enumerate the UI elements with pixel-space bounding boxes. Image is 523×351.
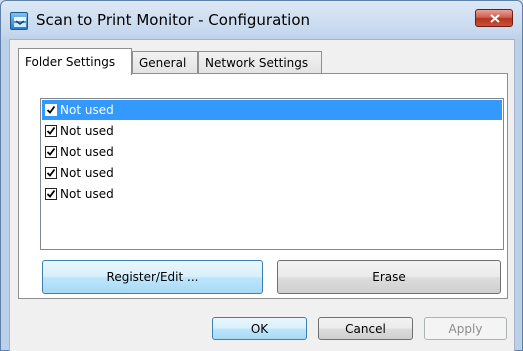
apply-button[interactable]: Apply xyxy=(424,317,507,340)
folder-settings-panel: Not used Not used Not used Not used Not … xyxy=(18,73,508,299)
tab-folder-settings[interactable]: Folder Settings xyxy=(18,48,132,75)
tab-label: General xyxy=(139,56,187,70)
tab-label: Folder Settings xyxy=(25,55,116,69)
scanner-app-icon xyxy=(10,12,28,30)
window-title: Scan to Print Monitor - Configuration xyxy=(36,11,311,29)
list-item[interactable]: Not used xyxy=(42,184,502,204)
folder-checkbox[interactable] xyxy=(45,188,57,200)
list-item-label: Not used xyxy=(60,166,114,180)
folder-checkbox[interactable] xyxy=(45,167,57,179)
tab-general[interactable]: General xyxy=(132,51,198,73)
checkmark-icon xyxy=(46,168,56,177)
erase-button[interactable]: Erase xyxy=(277,260,501,294)
list-item-label: Not used xyxy=(60,145,114,159)
checkmark-icon xyxy=(46,105,56,114)
config-window: Scan to Print Monitor - Configuration Fo… xyxy=(0,0,523,351)
list-item-label: Not used xyxy=(60,124,114,138)
list-item-label: Not used xyxy=(60,103,114,117)
checkmark-icon xyxy=(46,189,56,198)
register-edit-button[interactable]: Register/Edit ... xyxy=(42,260,263,294)
close-icon xyxy=(490,14,500,23)
list-item-label: Not used xyxy=(60,187,114,201)
cancel-button[interactable]: Cancel xyxy=(318,317,413,340)
folder-checkbox[interactable] xyxy=(45,146,57,158)
list-item[interactable]: Not used xyxy=(42,121,502,141)
checkmark-icon xyxy=(46,147,56,156)
folder-checkbox[interactable] xyxy=(45,125,57,137)
tab-network-settings[interactable]: Network Settings xyxy=(198,51,322,73)
tab-label: Network Settings xyxy=(205,56,309,70)
checkmark-icon xyxy=(46,126,56,135)
title-bar[interactable]: Scan to Print Monitor - Configuration xyxy=(1,1,522,39)
list-item[interactable]: Not used xyxy=(42,142,502,162)
ok-button[interactable]: OK xyxy=(212,317,307,340)
folder-checkbox[interactable] xyxy=(45,104,57,116)
folder-list[interactable]: Not used Not used Not used Not used Not … xyxy=(40,98,504,250)
list-item[interactable]: Not used xyxy=(42,100,502,120)
close-button[interactable] xyxy=(475,9,513,27)
list-item[interactable]: Not used xyxy=(42,163,502,183)
dialog-client-area: Folder Settings General Network Settings… xyxy=(9,39,515,351)
